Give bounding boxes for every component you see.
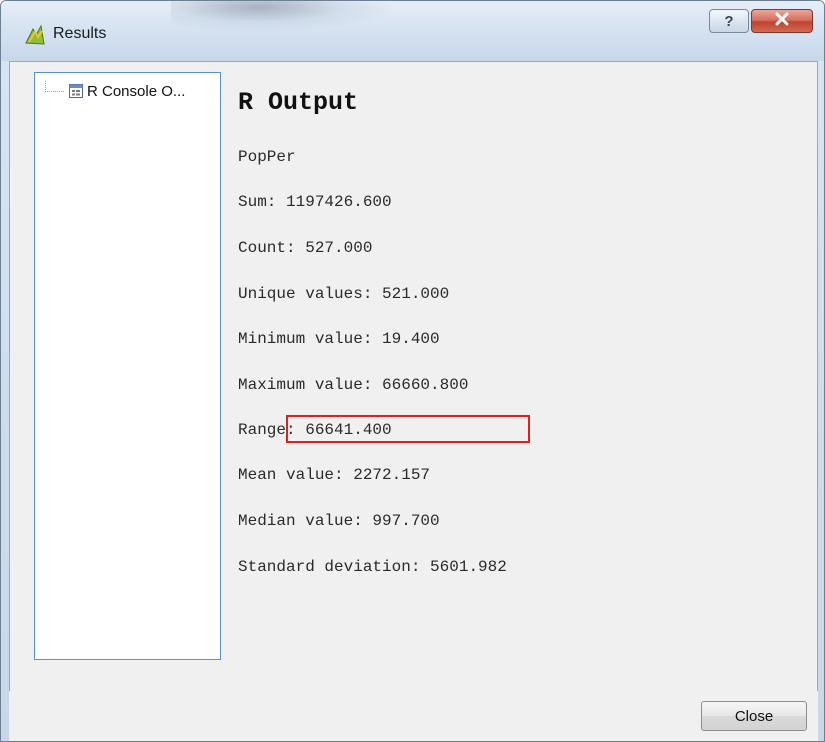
- close-button[interactable]: Close: [701, 701, 807, 731]
- results-window: Results ? R Console O... R Output PopPer…: [0, 0, 825, 742]
- output-line-maximum: Maximum value: 66660.800: [238, 376, 469, 394]
- report-icon: [69, 84, 83, 98]
- output-line-std-dev: Standard deviation: 5601.982: [238, 558, 507, 576]
- output-line-range: Range: 66641.400: [238, 421, 392, 439]
- help-icon: ?: [724, 12, 734, 30]
- help-button[interactable]: ?: [709, 9, 749, 33]
- output-line-variable: PopPer: [238, 148, 296, 166]
- title-bar-blur: [171, 1, 391, 31]
- window-close-button[interactable]: [751, 9, 813, 33]
- qgis-app-icon: [23, 23, 47, 47]
- tree-item-r-console-output[interactable]: R Console O...: [45, 81, 185, 101]
- output-heading: R Output: [238, 88, 359, 117]
- output-line-median: Median value: 997.700: [238, 512, 440, 530]
- tree-item-label: R Console O...: [87, 82, 186, 100]
- output-viewer: R Output PopPer Sum: 1197426.600 Count: …: [222, 72, 814, 692]
- results-tree[interactable]: R Console O...: [34, 72, 221, 660]
- output-line-unique: Unique values: 521.000: [238, 285, 450, 303]
- window-title: Results: [53, 25, 107, 42]
- output-line-mean: Mean value: 2272.157: [238, 466, 431, 484]
- output-line-sum: Sum: 1197426.600: [238, 193, 392, 211]
- title-bar[interactable]: Results ?: [1, 1, 824, 61]
- dialog-client-area: R Console O... R Output PopPer Sum: 1197…: [9, 61, 818, 741]
- dialog-footer: Close: [9, 691, 818, 741]
- output-line-count: Count: 527.000: [238, 239, 373, 257]
- output-line-minimum: Minimum value: 19.400: [238, 330, 440, 348]
- tree-connector: [45, 81, 64, 92]
- close-icon: [774, 12, 790, 31]
